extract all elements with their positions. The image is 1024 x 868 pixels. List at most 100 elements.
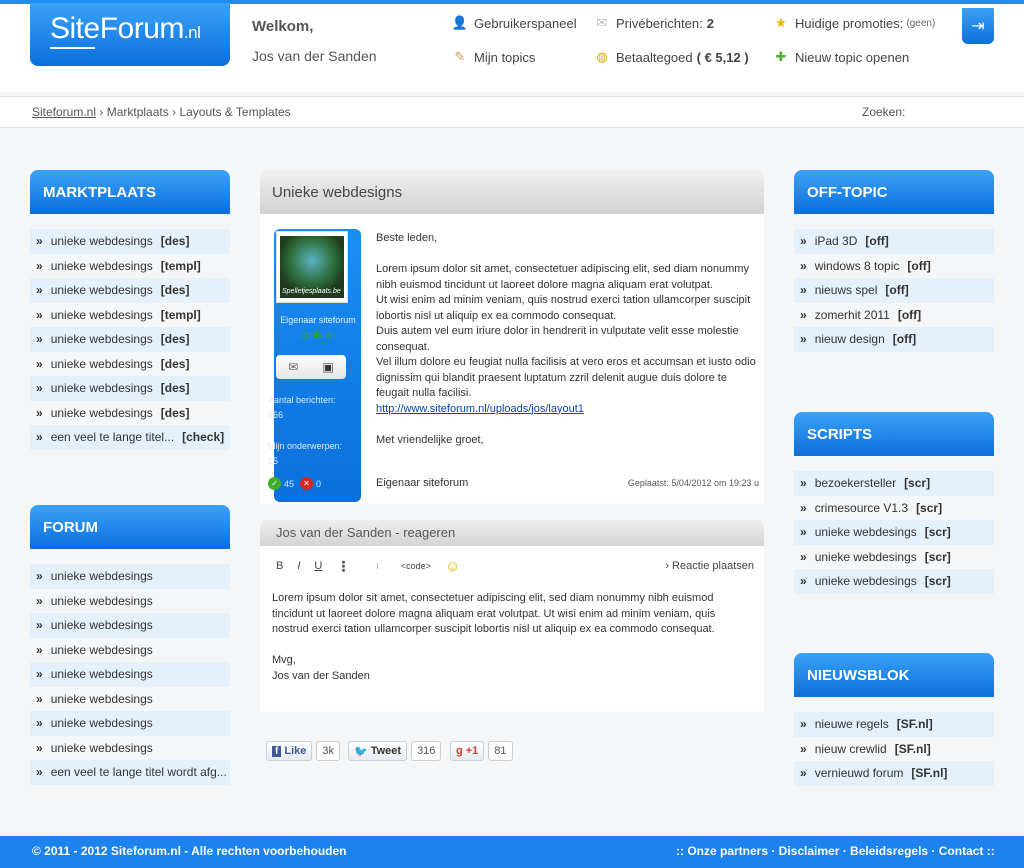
breadcrumb-sub[interactable]: Layouts & Templates <box>179 105 290 119</box>
post-reply-button[interactable]: › Reactie plaatsen <box>665 560 754 572</box>
user-icon: 👤 <box>451 15 469 30</box>
list-item[interactable]: » unieke webdesings [scr] <box>794 520 994 545</box>
underline-button[interactable]: U <box>314 560 322 572</box>
vote-down-icon[interactable]: ✕ <box>300 477 314 490</box>
list-item[interactable]: » unieke webdesings <box>30 662 230 687</box>
list-item[interactable]: » nieuws spel [off] <box>794 278 994 303</box>
bullet-list-icon[interactable]: ⋮ <box>336 558 350 575</box>
list-item-tag: [templ] <box>160 258 201 273</box>
list-item[interactable]: » een veel te lange titel... [check] <box>30 425 230 450</box>
list-item-label: nieuws spel <box>814 283 878 297</box>
list-item[interactable]: » unieke webdesings <box>30 687 230 712</box>
username: Jos van der Sanden <box>252 48 377 64</box>
post-link[interactable]: http://www.siteforum.nl/uploads/jos/layo… <box>376 403 584 415</box>
post-date: Geplaatst: 5/04/2012 om 19:23 u <box>627 478 759 488</box>
list-item[interactable]: » unieke webdesings <box>30 613 230 638</box>
code-button[interactable]: <code> <box>401 561 431 571</box>
list-item[interactable]: » unieke webdesings [scr] <box>794 545 994 570</box>
private-messages-link[interactable]: ✉ Privéberichten: 2 <box>594 15 714 31</box>
promotions-link[interactable]: ★ Huidige promoties: (geen) <box>773 15 935 31</box>
list-item[interactable]: » iPad 3D [off] <box>794 229 994 254</box>
arrow-icon: » <box>36 283 43 297</box>
list-item[interactable]: » unieke webdesings [des] <box>30 352 230 377</box>
arrow-icon: » <box>800 549 807 564</box>
send-message-icon[interactable]: ✉ <box>288 360 298 374</box>
list-item[interactable]: » unieke webdesings [templ] <box>30 254 230 279</box>
list-item[interactable]: » unieke webdesings <box>30 711 230 736</box>
search: Zoeken: <box>862 105 1022 119</box>
author-topics: Mijn onderwerpen: 15 <box>268 441 343 466</box>
list-item[interactable]: » unieke webdesings [scr] <box>794 569 994 594</box>
list-item[interactable]: » crimesource V1.3 [scr] <box>794 496 994 521</box>
list-item[interactable]: » unieke webdesings [des] <box>30 327 230 352</box>
facebook-like-button[interactable]: f Like <box>266 741 313 761</box>
user-panel-link[interactable]: 👤 Gebruikerspaneel <box>452 15 577 31</box>
list-item[interactable]: » unieke webdesings <box>30 589 230 614</box>
list-item[interactable]: » unieke webdesings <box>30 736 230 761</box>
arrow-icon: » <box>800 476 807 490</box>
marktplaats-title: MARKTPLAATS <box>30 170 230 214</box>
list-item-label: unieke webdesings <box>50 667 153 681</box>
list-item[interactable]: » unieke webdesings <box>30 638 230 663</box>
list-item-tag: [check] <box>182 430 225 444</box>
list-item-tag: [off] <box>897 307 922 322</box>
credit-link[interactable]: ◍ Betaaltegoed( € 5,12 ) <box>594 49 748 65</box>
list-item-label: een veel te lange titel... <box>50 430 175 444</box>
list-item[interactable]: » nieuw design [off] <box>794 327 994 352</box>
arrow-icon: » <box>800 332 807 346</box>
messages-count: 2 <box>706 15 714 31</box>
arrow-icon: » <box>36 569 43 583</box>
breadcrumb-section[interactable]: Marktplaats <box>107 105 169 119</box>
reply-text[interactable]: Lorem ipsum dolor sit amet, consectetuer… <box>272 591 752 684</box>
tweet-button[interactable]: 🐦 Tweet <box>348 741 408 761</box>
arrow-icon: » <box>800 525 807 539</box>
list-item[interactable]: » nieuw crewlid [SF.nl] <box>794 737 994 762</box>
post-greeting: Beste leden, <box>376 232 438 244</box>
welcome-text: Welkom, <box>252 18 314 35</box>
plus-one-button[interactable]: g +1 <box>450 741 485 761</box>
list-item[interactable]: » unieke webdesings [des] <box>30 278 230 303</box>
vote-up-count: 45 <box>284 478 295 489</box>
list-item-label: een veel te lange titel wordt afg... <box>50 765 227 779</box>
list-item-label: unieke webdesings <box>50 691 153 706</box>
list-item[interactable]: » windows 8 topic [off] <box>794 254 994 279</box>
list-item[interactable]: » unieke webdesings [des] <box>30 401 230 426</box>
post-footer: Eigenaar siteforum Geplaatst: 5/04/2012 … <box>376 477 759 489</box>
numbered-list-icon[interactable]: ⁝ <box>376 562 379 571</box>
list-item[interactable]: » unieke webdesings [des] <box>30 229 230 254</box>
breadcrumb-bar: Siteforum.nl › Marktplaats › Layouts & T… <box>0 96 1024 128</box>
footer-links[interactable]: :: Onze partners · Disclaimer · Beleidsr… <box>676 844 995 858</box>
list-item[interactable]: » unieke webdesings <box>30 564 230 589</box>
avatar-image: Spelletjesplaats.be <box>280 236 344 298</box>
smiley-icon[interactable]: ☺ <box>445 558 460 575</box>
avatar[interactable]: Spelletjesplaats.be <box>276 231 348 303</box>
profile-card-icon[interactable]: ▣ <box>323 360 334 374</box>
scripts-list: » bezoekersteller [scr] » crimesource V1.3 [s… <box>794 471 994 594</box>
list-item[interactable]: » bezoekersteller [scr] <box>794 471 994 496</box>
post-paragraph: Vel illum dolore eu feugiat nulla facili… <box>376 356 756 399</box>
breadcrumb-home[interactable]: Siteforum.nl <box>32 105 96 119</box>
logout-button[interactable]: ⇥ <box>962 8 994 44</box>
list-item[interactable]: » vernieuwd forum [SF.nl] <box>794 761 994 786</box>
vote-up-icon[interactable]: ✓ <box>268 477 281 490</box>
list-item[interactable]: » een veel te lange titel wordt afg... <box>30 760 230 785</box>
list-item-label: unieke webdesings <box>50 356 153 371</box>
arrow-icon: » <box>36 593 43 608</box>
italic-button[interactable]: I <box>297 560 300 572</box>
list-item-tag: [scr] <box>924 525 951 539</box>
list-item-label: crimesource V1.3 <box>814 500 909 515</box>
search-input[interactable] <box>911 105 1022 119</box>
list-item[interactable]: » unieke webdesings [des] <box>30 376 230 401</box>
new-topic-link[interactable]: ✚ Nieuw topic openen <box>773 49 910 65</box>
list-item[interactable]: » zomerhit 2011 [off] <box>794 303 994 328</box>
my-topics-link[interactable]: ✎ Mijn topics <box>452 49 536 65</box>
offtopic-title: OFF-TOPIC <box>794 170 994 214</box>
list-item[interactable]: » unieke webdesings [templ] <box>30 303 230 328</box>
site-logo[interactable]: SiteForum.nl <box>30 3 230 66</box>
list-item[interactable]: » nieuwe regels [SF.nl] <box>794 712 994 737</box>
bold-button[interactable]: B <box>276 560 283 572</box>
like-count: 3k <box>316 741 340 761</box>
arrow-icon: » <box>36 356 43 371</box>
twitter-bird-icon: 🐦 <box>354 745 368 758</box>
author-posts: Aantal berichten: 866 <box>268 395 336 420</box>
